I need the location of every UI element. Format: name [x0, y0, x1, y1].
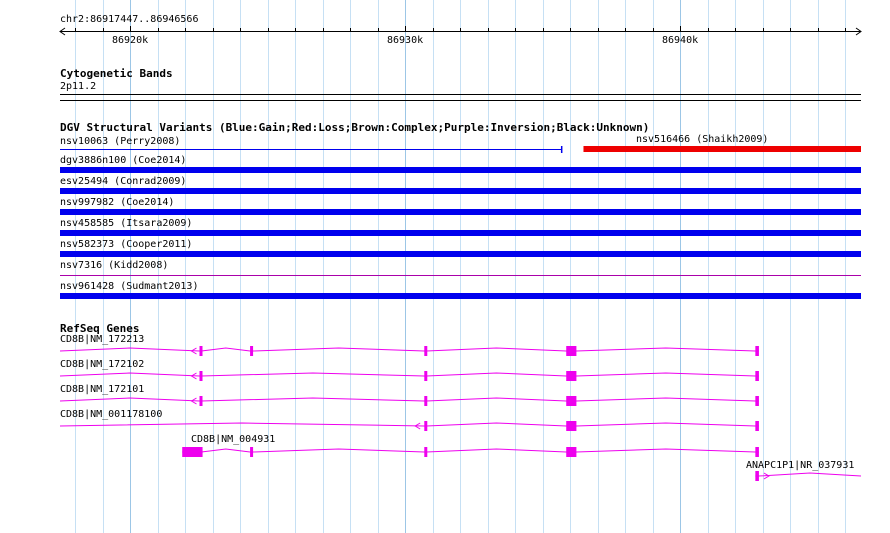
gene-exon: [424, 421, 428, 431]
ruler-tick-label: 86920k: [112, 35, 149, 46]
variant-bar: [60, 230, 861, 236]
gene-exon: [566, 421, 577, 431]
gene-exon: [424, 396, 428, 406]
gene-exon: [250, 447, 254, 457]
variant-bar: [60, 167, 861, 173]
dgv-track-title: DGV Structural Variants (Blue:Gain;Red:L…: [60, 121, 650, 134]
variant-label[interactable]: nsv458585 (Itsara2009): [60, 218, 192, 230]
variant-bar: [60, 209, 861, 215]
gene-label[interactable]: CD8B|NM_004931: [191, 434, 275, 446]
gene-exon: [755, 447, 759, 457]
variant-bar: [60, 251, 861, 257]
gene-exon: [755, 371, 759, 381]
gene-exon: [424, 447, 428, 457]
cytoband-track-title: Cytogenetic Bands: [60, 67, 173, 80]
gene-exon: [199, 371, 203, 381]
gene-label[interactable]: CD8B|NM_172213: [60, 334, 144, 346]
gene-exon: [424, 371, 428, 381]
variant-label[interactable]: nsv7316 (Kidd2008): [60, 260, 168, 272]
variant-label[interactable]: esv25494 (Conrad2009): [60, 176, 186, 188]
ruler-tick-label: 86940k: [662, 35, 699, 46]
variant-bar: [60, 293, 861, 299]
variant-label[interactable]: dgv3886n100 (Coe2014): [60, 155, 186, 167]
ruler-tick-label: 86930k: [387, 35, 424, 46]
gene-label[interactable]: ANAPC1P1|NR_037931: [746, 460, 854, 472]
gene-exon: [755, 346, 759, 356]
variant-label[interactable]: nsv997982 (Coe2014): [60, 197, 174, 209]
variant-bar: [583, 146, 861, 152]
gene-exon: [755, 421, 759, 431]
gene-label[interactable]: CD8B|NM_001178100: [60, 409, 162, 421]
cytoband-label: 2p11.2: [60, 81, 97, 92]
variant-bar: [60, 188, 861, 194]
gene-label[interactable]: CD8B|NM_172101: [60, 384, 144, 396]
variant-label[interactable]: nsv10063 (Perry2008): [60, 136, 180, 148]
variant-label[interactable]: nsv582373 (Cooper2011): [60, 239, 192, 251]
gene-exon: [755, 471, 759, 481]
gene-exon: [199, 447, 203, 457]
gene-intron-line: [59, 372, 759, 377]
gene-exon: [566, 447, 577, 457]
gene-exon: [199, 346, 203, 356]
gene-intron-line: [59, 422, 759, 427]
variant-label[interactable]: nsv961428 (Sudmant2013): [60, 281, 198, 293]
gene-exon: [566, 371, 577, 381]
gene-exon: [424, 346, 428, 356]
variant-label[interactable]: nsv516466 (Shaikh2009): [636, 134, 768, 146]
region-label: chr2:86917447..86946566: [60, 14, 199, 25]
gene-exon: [566, 346, 577, 356]
gene-exon: [250, 346, 254, 356]
gene-label[interactable]: CD8B|NM_172102: [60, 359, 144, 371]
gene-exon: [199, 396, 203, 406]
gene-intron-line: [59, 347, 759, 352]
gene-intron-line: [59, 397, 759, 402]
gene-exon: [755, 396, 759, 406]
gene-exon: [566, 396, 577, 406]
